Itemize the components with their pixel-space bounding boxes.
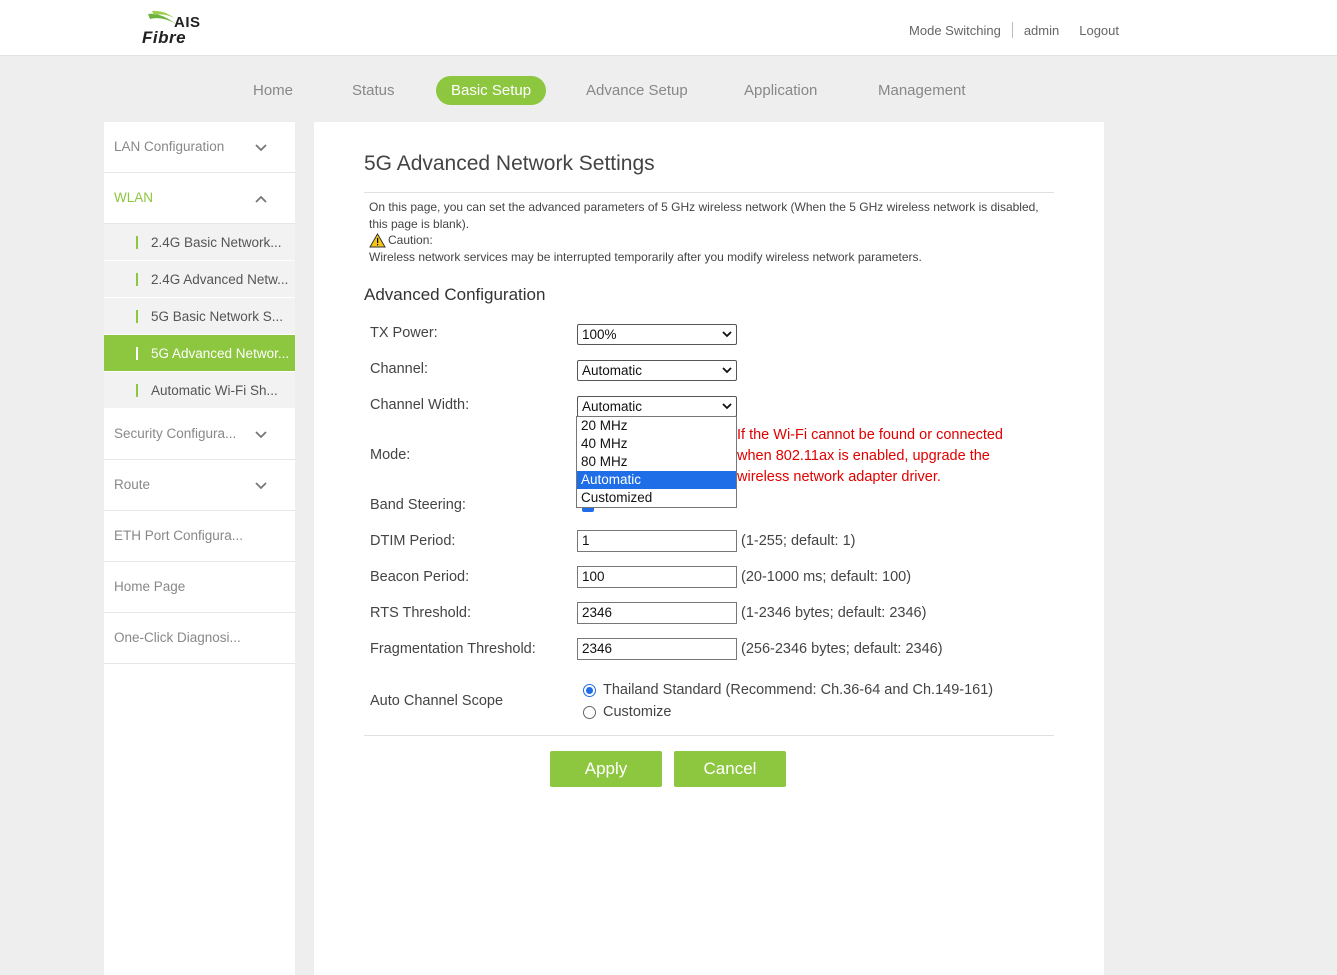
rts-input[interactable]: 2346	[577, 602, 737, 624]
chevron-down-icon	[722, 331, 732, 338]
nav-home[interactable]: Home	[253, 76, 293, 105]
chevron-down-icon	[722, 403, 732, 410]
sidebar-subitem-label: 5G Advanced Networ...	[151, 346, 290, 361]
top-links: Mode Switching admin Logout	[909, 22, 1119, 38]
beacon-hint: (20-1000 ms; default: 100)	[741, 569, 912, 585]
sidebar-item-label: Security Configura...	[114, 426, 237, 441]
sidebar-item-lan-configuration[interactable]: LAN Configuration	[104, 122, 295, 173]
sidebar-subitem-24g-advanced[interactable]: 2.4G Advanced Netw...	[104, 261, 295, 298]
logo-text-fibre: Fibre	[142, 28, 187, 47]
sidebar-item-security[interactable]: Security Configura...	[104, 409, 295, 460]
mode-switching-link[interactable]: Mode Switching	[909, 23, 1001, 38]
dtim-hint: (1-255; default: 1)	[741, 533, 856, 549]
sidebar-item-label: Route	[114, 477, 151, 492]
sidebar: LAN Configuration WLAN 2.4G Basic Networ…	[104, 122, 295, 975]
divider	[364, 735, 1054, 736]
dropdown-option-automatic[interactable]: Automatic	[577, 471, 736, 489]
sidebar-item-label: Home Page	[114, 579, 186, 594]
channel-label: Channel:	[370, 361, 429, 377]
sidebar-item-home-page[interactable]: Home Page	[104, 562, 295, 613]
nav-application[interactable]: Application	[744, 76, 817, 105]
scope-customize-option[interactable]: Customize	[583, 704, 672, 720]
beacon-input[interactable]: 100	[577, 566, 737, 588]
dropdown-option-40mhz[interactable]: 40 MHz	[577, 435, 736, 453]
chevron-down-icon	[254, 460, 268, 510]
band-steering-label: Band Steering:	[370, 497, 466, 513]
description-text: On this page, you can set the advanced p…	[369, 200, 1039, 231]
sidebar-subitem-auto-wifi[interactable]: Automatic Wi-Fi Sh...	[104, 372, 295, 409]
cancel-button[interactable]: Cancel	[674, 751, 786, 787]
page-title: 5G Advanced Network Settings	[364, 152, 655, 175]
mode-label: Mode:	[370, 447, 411, 463]
mode-warning-text: If the Wi-Fi cannot be found or connecte…	[737, 427, 1003, 485]
chevron-down-icon	[254, 409, 268, 459]
beacon-label: Beacon Period:	[370, 569, 470, 585]
dropdown-option-80mhz[interactable]: 80 MHz	[577, 453, 736, 471]
sidebar-item-eth-port[interactable]: ETH Port Configura...	[104, 511, 295, 562]
admin-user-link[interactable]: admin	[1024, 23, 1059, 38]
sidebar-subitem-label: Automatic Wi-Fi Sh...	[151, 383, 278, 398]
sidebar-subitem-label: 2.4G Basic Network...	[151, 235, 282, 250]
radio-label: Customize	[603, 704, 672, 720]
chevron-up-icon	[254, 173, 268, 223]
caution-text: Wireless network services may be interru…	[369, 249, 922, 264]
dropdown-option-customized[interactable]: Customized	[577, 489, 736, 507]
tx-power-select[interactable]: 100%	[577, 324, 737, 345]
caution-label: Caution:	[388, 233, 433, 247]
frag-input[interactable]: 2346	[577, 638, 737, 660]
select-value: Automatic	[582, 399, 643, 414]
apply-button[interactable]: Apply	[550, 751, 662, 787]
radio-checked[interactable]	[583, 683, 596, 697]
channel-width-select[interactable]: Automatic	[577, 396, 737, 417]
nav-advance-setup[interactable]: Advance Setup	[586, 76, 688, 105]
sidebar-subitem-label: 5G Basic Network S...	[151, 309, 284, 324]
chevron-down-icon	[722, 367, 732, 374]
sidebar-subitem-5g-basic[interactable]: 5G Basic Network S...	[104, 298, 295, 335]
nav-management[interactable]: Management	[878, 76, 966, 105]
content-panel: 5G Advanced Network Settings On this pag…	[314, 122, 1104, 975]
dropdown-option-20mhz[interactable]: 20 MHz	[577, 417, 736, 435]
tx-power-label: TX Power:	[370, 325, 438, 341]
caution-row: Caution:	[369, 232, 1049, 249]
channel-width-label: Channel Width:	[370, 397, 470, 413]
section-title: Advanced Configuration	[364, 285, 546, 304]
channel-select[interactable]: Automatic	[577, 360, 737, 381]
sidebar-item-label: One-Click Diagnosi...	[114, 630, 241, 645]
logout-link[interactable]: Logout	[1079, 23, 1119, 38]
sidebar-item-label: LAN Configuration	[114, 139, 225, 154]
select-value: Automatic	[582, 363, 643, 378]
sidebar-item-wlan[interactable]: WLAN	[104, 173, 295, 224]
rts-hint: (1-2346 bytes; default: 2346)	[741, 605, 927, 621]
chevron-down-icon	[254, 122, 268, 172]
nav-basic-setup[interactable]: Basic Setup	[436, 76, 547, 105]
sidebar-item-label: WLAN	[114, 190, 154, 205]
dtim-input[interactable]: 1	[577, 530, 737, 552]
frag-label: Fragmentation Threshold:	[370, 641, 536, 657]
sidebar-item-label: ETH Port Configura...	[114, 528, 244, 543]
auto-channel-scope-label: Auto Channel Scope	[370, 693, 504, 709]
ais-fibre-logo: AIS Fibre	[140, 10, 210, 48]
divider	[364, 192, 1054, 193]
divider	[1011, 22, 1013, 38]
main-nav: Home Status Basic Setup Advance Setup Ap…	[0, 76, 1337, 106]
rts-label: RTS Threshold:	[370, 605, 472, 621]
scope-thailand-option[interactable]: Thailand Standard (Recommend: Ch.36-64 a…	[583, 682, 993, 698]
warning-icon	[369, 232, 386, 248]
dtim-label: DTIM Period:	[370, 533, 456, 549]
page-description: On this page, you can set the advanced p…	[369, 199, 1049, 265]
sidebar-item-diagnosis[interactable]: One-Click Diagnosi...	[104, 613, 295, 664]
sidebar-subitem-24g-basic[interactable]: 2.4G Basic Network...	[104, 224, 295, 261]
channel-width-dropdown-list: 20 MHz 40 MHz 80 MHz Automatic Customize…	[576, 416, 737, 508]
sidebar-subitem-5g-advanced[interactable]: 5G Advanced Networ...	[104, 335, 295, 372]
top-header: AIS Fibre Mode Switching admin Logout	[0, 0, 1337, 56]
sidebar-subitem-label: 2.4G Advanced Netw...	[151, 272, 289, 287]
frag-hint: (256-2346 bytes; default: 2346)	[741, 641, 943, 657]
select-value: 100%	[582, 327, 617, 342]
sidebar-item-route[interactable]: Route	[104, 460, 295, 511]
radio-label: Thailand Standard (Recommend: Ch.36-64 a…	[603, 682, 994, 698]
nav-status[interactable]: Status	[352, 76, 395, 105]
radio-unchecked[interactable]	[583, 705, 596, 719]
